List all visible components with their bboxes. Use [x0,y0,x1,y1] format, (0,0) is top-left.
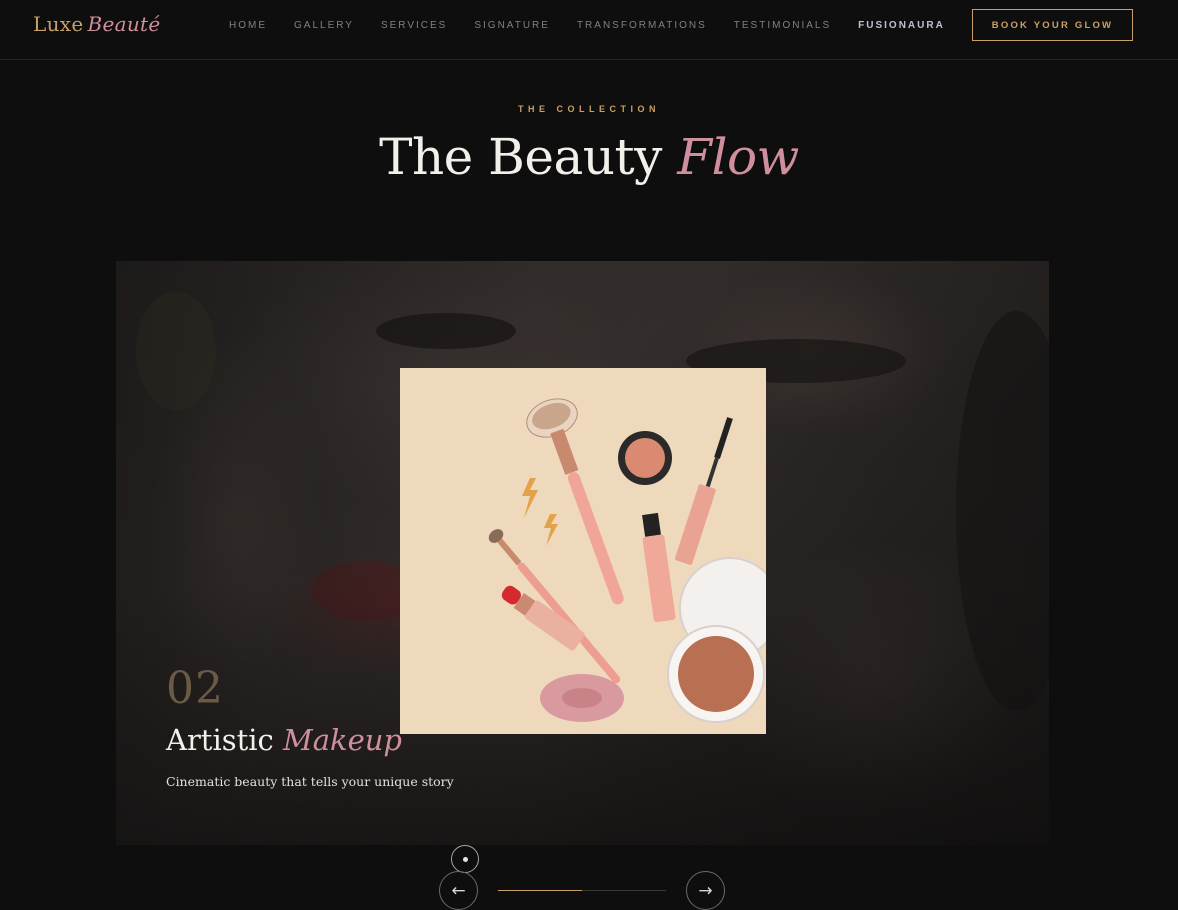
nav-item-home[interactable]: HOME [229,20,267,31]
top-navbar: Luxe Beauté HOME GALLERY SERVICES SIGNATU… [0,0,1178,60]
nav-item-testimonials[interactable]: TESTIMONIALS [734,20,831,31]
nav-item-fusionaura[interactable]: FUSIONAURA [858,20,945,31]
slide-title: Artistic Makeup [166,723,402,757]
arrow-right-icon: → [698,880,713,901]
nav-item-transformations[interactable]: TRANSFORMATIONS [577,20,707,31]
next-slide-button[interactable]: → [686,871,725,910]
makeup-flatlay-image [488,398,766,723]
section-title-accent: Flow [677,128,799,186]
slide-subtitle: Cinematic beauty that tells your unique … [166,774,454,789]
section-title: The Beauty Flow [0,128,1178,186]
arrow-left-icon: ← [451,880,466,901]
product-image-card[interactable] [400,368,766,734]
prev-slide-button[interactable]: ← [439,871,478,910]
book-your-glow-button[interactable]: BOOK YOUR GLOW [972,9,1133,41]
slide-progress-bar [498,890,666,891]
section-eyebrow: THE COLLECTION [518,104,660,114]
nav-item-gallery[interactable]: GALLERY [294,20,354,31]
section-title-main: The Beauty [379,128,662,186]
slide-title-accent: Makeup [283,723,402,757]
brand-name: Luxe [33,12,84,36]
slide-progress-fill [498,890,582,891]
autoplay-dot-button[interactable] [451,845,479,873]
nav-item-services[interactable]: SERVICES [381,20,447,31]
slide-number: 02 [166,663,224,714]
nav-menu: HOME GALLERY SERVICES SIGNATURE TRANSFOR… [229,20,972,31]
brand-logo[interactable]: Luxe Beauté [33,12,161,36]
nav-item-signature[interactable]: SIGNATURE [474,20,550,31]
brand-accent: Beauté [87,12,161,36]
slide-title-main: Artistic [166,723,274,757]
